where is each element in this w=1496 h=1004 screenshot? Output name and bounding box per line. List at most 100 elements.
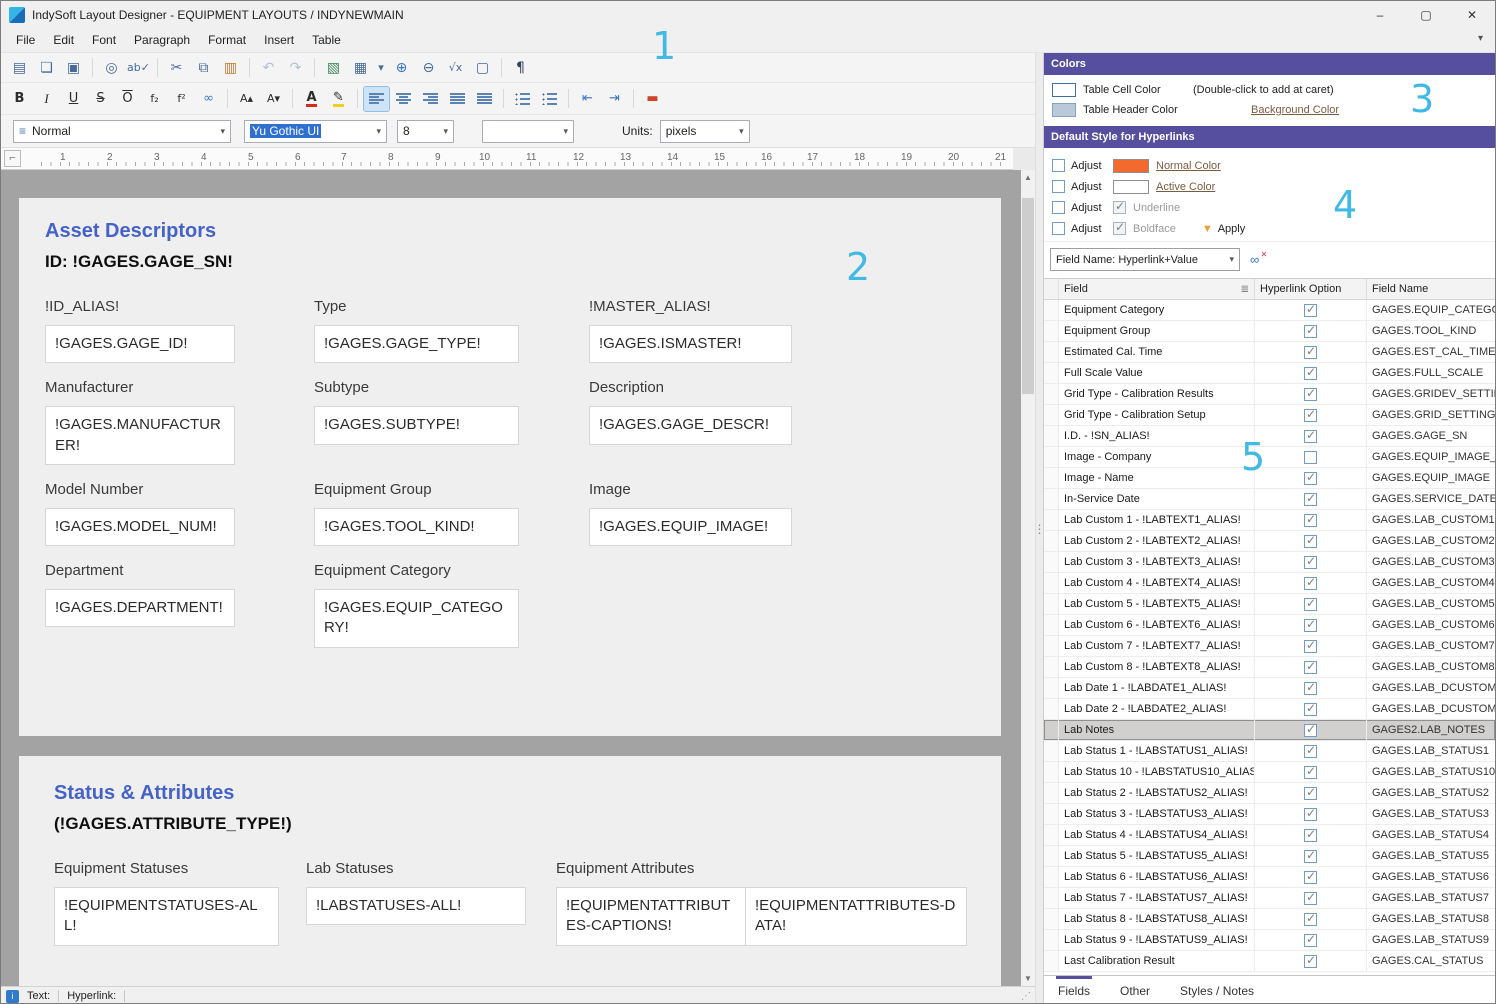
field-cell[interactable]: Lab Custom 2 - !LABTEXT2_ALIAS! [1059,531,1255,551]
hyperlink-option-checkbox[interactable] [1304,955,1317,968]
hyperlink-option-checkbox[interactable] [1304,724,1317,737]
units-combo[interactable]: pixels ▾ [660,120,750,143]
tab-stop-selector[interactable]: ⌐ [4,150,21,167]
hyperlink-option-checkbox[interactable] [1304,430,1317,443]
panel-splitter[interactable]: ⋮ [1035,53,1043,1004]
cut-icon[interactable]: ✂ [164,56,189,80]
normal-color-swatch[interactable] [1113,159,1149,173]
doc-field-label[interactable]: Equipment Group [314,481,589,498]
align-center-icon[interactable] [391,87,416,111]
hyperlink-option-checkbox[interactable] [1304,850,1317,863]
redo-icon[interactable]: ↷ [283,56,308,80]
doc-field-value[interactable]: !GAGES.MODEL_NUM! [45,508,235,546]
copy-icon[interactable]: ⧉ [191,56,216,80]
doc-field-label[interactable]: Description [589,379,971,396]
hyperlink-option-checkbox[interactable] [1304,766,1317,779]
field-row[interactable]: In-Service Date GAGES.SERVICE_DATE [1044,489,1495,510]
document-canvas[interactable]: Asset Descriptors ID: !GAGES.GAGE_SN! !I… [1,170,1035,986]
font-combo[interactable]: Yu Gothic UI ▾ [244,120,387,143]
table-cell-color-swatch[interactable] [1052,83,1076,97]
field-row[interactable]: Lab Status 2 - !LABSTATUS2_ALIAS! GAGES.… [1044,783,1495,804]
field-name-cell[interactable]: GAGES.TOOL_KIND [1367,321,1495,341]
field-name-cell[interactable]: GAGES.SERVICE_DATE [1367,489,1495,509]
hyperlink-option-checkbox[interactable] [1304,640,1317,653]
doc-field-label[interactable]: Department [45,562,314,579]
field-name-cell[interactable]: GAGES.LAB_DCUSTOM2 [1367,699,1495,719]
field-row[interactable]: Lab Date 1 - !LABDATE1_ALIAS! GAGES.LAB_… [1044,678,1495,699]
field-cell[interactable]: Lab Custom 4 - !LABTEXT4_ALIAS! [1059,573,1255,593]
field-name-cell[interactable]: GAGES.EQUIP_CATEGORY [1367,300,1495,320]
column-header-hyperlink-option[interactable]: Hyperlink Option [1255,279,1367,299]
field-row[interactable]: Lab Date 2 - !LABDATE2_ALIAS! GAGES.LAB_… [1044,699,1495,720]
grow-font-icon[interactable]: A▴ [234,87,259,111]
hyperlink-option-checkbox[interactable] [1304,703,1317,716]
field-cell[interactable]: Equipment Group [1059,321,1255,341]
hyperlink-option-checkbox[interactable] [1304,493,1317,506]
doc-field-value[interactable]: !EQUIPMENTSTATUSES-ALL! [54,887,279,946]
extra-combo[interactable]: ▾ [482,120,574,143]
hyperlink-option-checkbox[interactable] [1304,325,1317,338]
field-cell[interactable]: Lab Status 10 - !LABSTATUS10_ALIAS! [1059,762,1255,782]
field-cell[interactable]: Lab Custom 5 - !LABTEXT5_ALIAS! [1059,594,1255,614]
overline-icon[interactable]: O [115,87,140,111]
doc-field-value[interactable]: !GAGES.EQUIP_CATEGORY! [314,589,519,648]
field-name-cell[interactable]: GAGES.LAB_STATUS6 [1367,867,1495,887]
hyperlink-option-checkbox[interactable] [1304,892,1317,905]
active-color-link[interactable]: Active Color [1156,181,1215,193]
field-row[interactable]: Lab Status 4 - !LABSTATUS4_ALIAS! GAGES.… [1044,825,1495,846]
field-row[interactable]: Lab Status 5 - !LABSTATUS5_ALIAS! GAGES.… [1044,846,1495,867]
horizontal-line-icon[interactable]: ▬ [640,87,665,111]
field-cell[interactable]: Lab Status 2 - !LABSTATUS2_ALIAS! [1059,783,1255,803]
field-name-cell[interactable]: GAGES.LAB_STATUS10 [1367,762,1495,782]
adjust-normal-checkbox[interactable] [1052,159,1065,172]
doc-field-label[interactable]: Model Number [45,481,314,498]
field-row[interactable]: Grid Type - Calibration Results GAGES.GR… [1044,384,1495,405]
doc-field-value[interactable]: !LABSTATUSES-ALL! [306,887,526,925]
hyperlink-option-checkbox[interactable] [1304,304,1317,317]
column-header-field-name[interactable]: Field Name [1367,279,1495,299]
field-name-cell[interactable]: GAGES.LAB_CUSTOM4 [1367,573,1495,593]
field-cell[interactable]: I.D. - !SN_ALIAS! [1059,426,1255,446]
field-row[interactable]: Equipment Category GAGES.EQUIP_CATEGORY [1044,300,1495,321]
field-cell[interactable]: Full Scale Value [1059,363,1255,383]
field-row[interactable]: Lab Custom 1 - !LABTEXT1_ALIAS! GAGES.LA… [1044,510,1495,531]
field-row[interactable]: Lab Custom 8 - !LABTEXT8_ALIAS! GAGES.LA… [1044,657,1495,678]
paste-icon[interactable]: ▥ [218,56,243,80]
doc-field-value[interactable]: !GAGES.GAGE_ID! [45,325,235,363]
field-name-cell[interactable]: GAGES.EST_CAL_TIME [1367,342,1495,362]
hyperlink-option-checkbox[interactable] [1304,535,1317,548]
field-cell[interactable]: Lab Date 2 - !LABDATE2_ALIAS! [1059,699,1255,719]
image-icon[interactable]: ▧ [321,56,346,80]
remove-hyperlink-icon[interactable]: ∞✕ [1250,252,1259,267]
maximize-button[interactable]: ▢ [1403,1,1449,28]
resize-grip[interactable]: ⋰ [1021,991,1030,1002]
menu-insert[interactable]: Insert [255,30,303,50]
apply-button[interactable]: ▼ Apply [1192,221,1255,237]
field-cell[interactable]: Image - Name [1059,468,1255,488]
scroll-down-icon[interactable]: ▼ [1021,971,1035,986]
field-row[interactable]: Lab Custom 5 - !LABTEXT5_ALIAS! GAGES.LA… [1044,594,1495,615]
menu-table[interactable]: Table [303,30,350,50]
field-cell[interactable]: Lab Date 1 - !LABDATE1_ALIAS! [1059,678,1255,698]
hyperlink-option-checkbox[interactable] [1304,682,1317,695]
doc-section-subtitle[interactable]: (!GAGES.ATTRIBUTE_TYPE!) [54,814,971,834]
tab-styles-notes[interactable]: Styles / Notes [1178,976,1256,1004]
doc-field-value[interactable]: !EQUIPMENTATTRIBUTES-DATA! [745,887,967,946]
field-name-cell[interactable]: GAGES.LAB_DCUSTOM1 [1367,678,1495,698]
field-name-cell[interactable]: GAGES.LAB_CUSTOM5 [1367,594,1495,614]
numbered-list-icon[interactable] [537,87,562,111]
doc-field-value[interactable]: !GAGES.SUBTYPE! [314,406,519,444]
field-name-combo[interactable]: Field Name: Hyperlink+Value ▾ [1050,248,1240,271]
field-row[interactable]: Lab Status 3 - !LABSTATUS3_ALIAS! GAGES.… [1044,804,1495,825]
field-row[interactable]: Lab Status 1 - !LABSTATUS1_ALIAS! GAGES.… [1044,741,1495,762]
doc-field-label[interactable]: Subtype [314,379,589,396]
menu-file[interactable]: File [7,30,44,50]
doc-field-label[interactable]: !MASTER_ALIAS! [589,298,971,315]
toolbar-options-chevron-icon[interactable]: ▾ [1478,33,1489,44]
save-icon[interactable]: ▤ [7,56,32,80]
style-combo[interactable]: ≡ Normal ▾ [13,120,231,143]
doc-section-title[interactable]: Status & Attributes [54,782,971,805]
strikethrough-icon[interactable]: S [88,87,113,111]
field-cell[interactable]: In-Service Date [1059,489,1255,509]
justify-all-icon[interactable] [472,87,497,111]
